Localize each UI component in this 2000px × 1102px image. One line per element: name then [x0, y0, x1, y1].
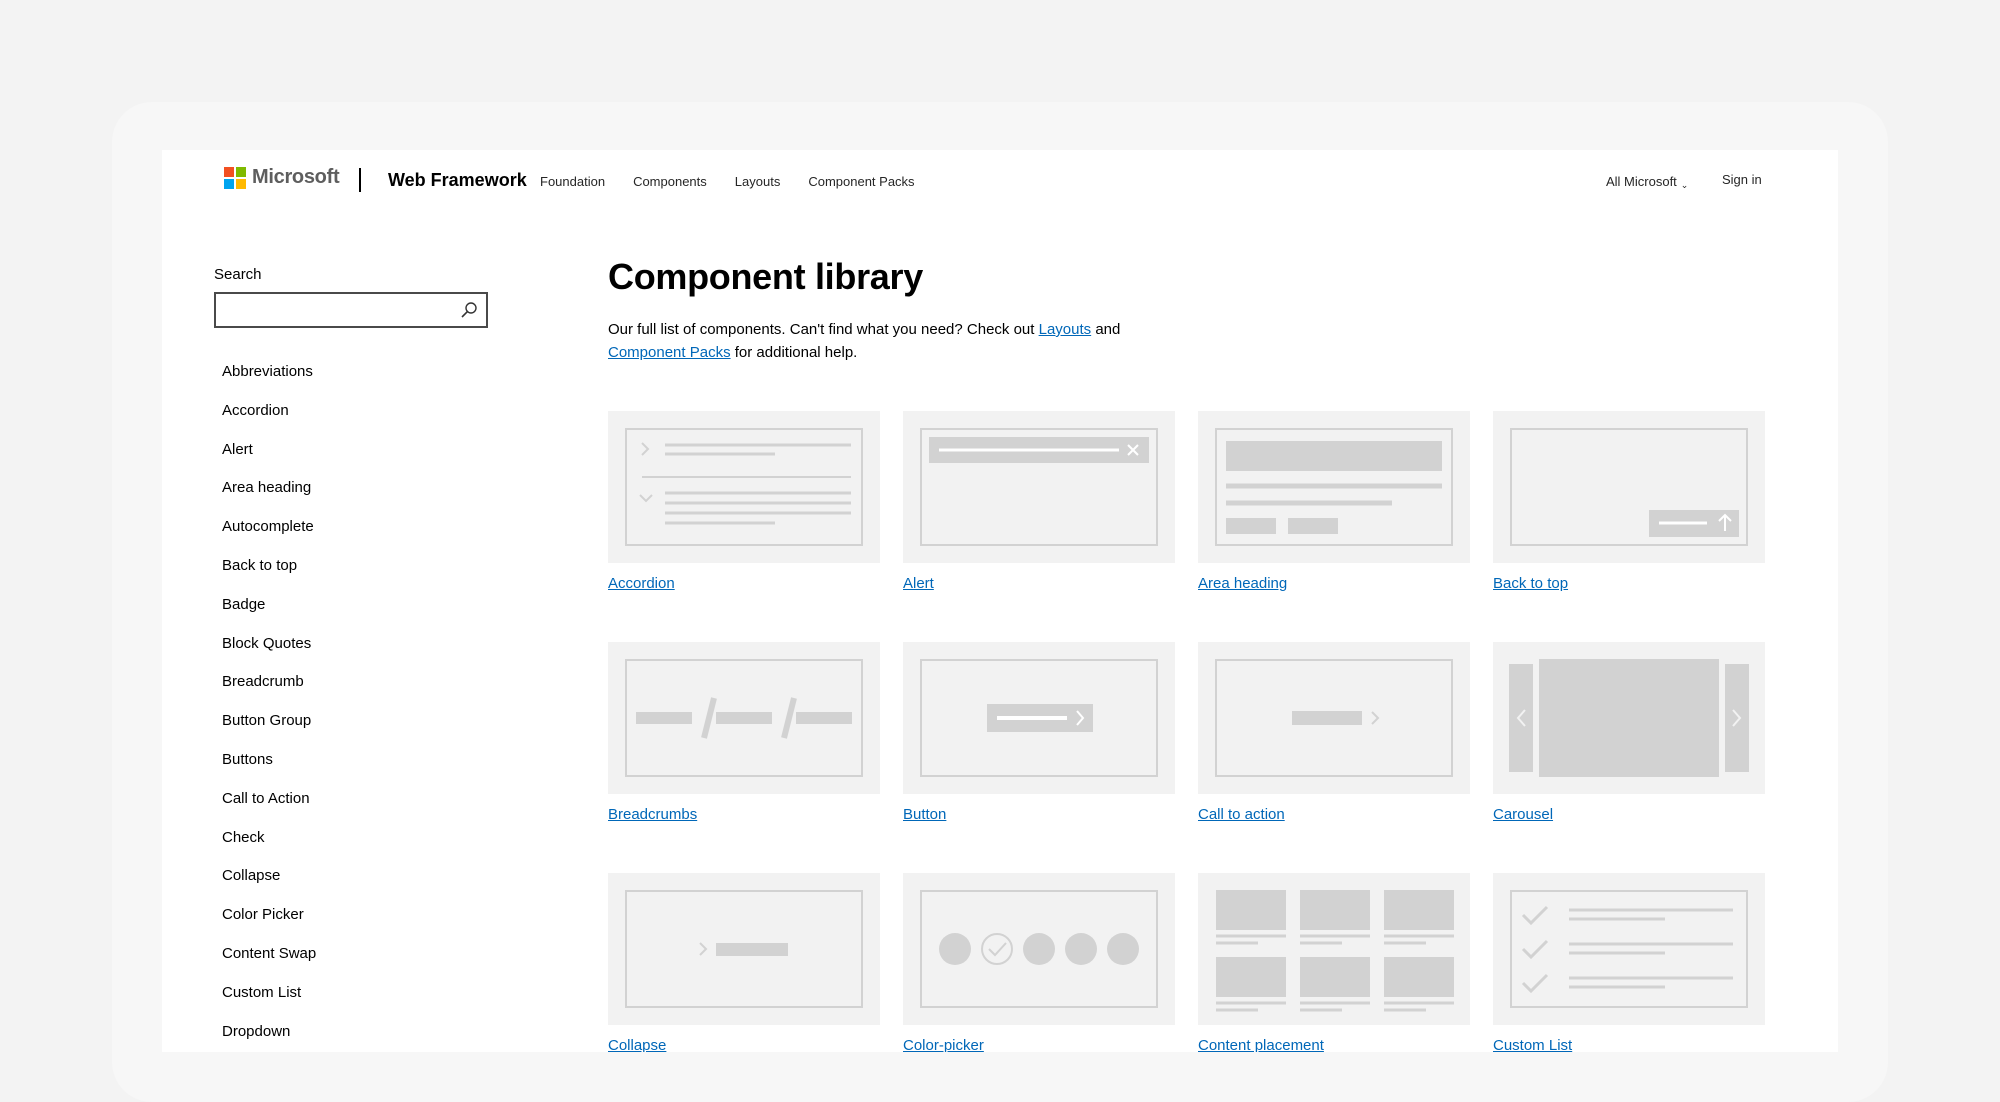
sidebar-item-content-swap[interactable]: Content Swap — [222, 945, 316, 984]
back-to-top-thumbnail — [1493, 411, 1765, 563]
sign-in-link[interactable]: Sign in — [1722, 172, 1762, 187]
nav-components[interactable]: Components — [633, 174, 707, 189]
card-alert[interactable]: Alert — [903, 411, 1175, 592]
card-link-accordion[interactable]: Accordion — [608, 575, 880, 592]
button-thumbnail — [903, 642, 1175, 794]
card-collapse[interactable]: Collapse — [608, 873, 880, 1052]
search-icon[interactable] — [460, 301, 478, 319]
sidebar-item-area-heading[interactable]: Area heading — [222, 479, 316, 518]
content-placement-thumbnail — [1198, 873, 1470, 1025]
card-link-alert[interactable]: Alert — [903, 575, 1175, 592]
card-breadcrumbs[interactable]: Breadcrumbs — [608, 642, 880, 823]
sidebar-item-breadcrumb[interactable]: Breadcrumb — [222, 673, 316, 712]
sidebar-item-buttons[interactable]: Buttons — [222, 751, 316, 790]
page: Microsoft Web Framework Foundation Compo… — [162, 150, 1838, 1052]
layouts-link[interactable]: Layouts — [1039, 321, 1092, 338]
card-link-color-picker[interactable]: Color-picker — [903, 1037, 1175, 1052]
card-carousel[interactable]: Carousel — [1493, 642, 1765, 823]
all-microsoft-label: All Microsoft — [1606, 174, 1677, 189]
carousel-thumbnail — [1493, 642, 1765, 794]
search-box — [214, 292, 488, 328]
sidebar-item-block-quotes[interactable]: Block Quotes — [222, 635, 316, 674]
custom-list-thumbnail — [1493, 873, 1765, 1025]
sidebar-item-color-picker[interactable]: Color Picker — [222, 906, 316, 945]
card-button[interactable]: Button — [903, 642, 1175, 823]
sidebar-item-back-to-top[interactable]: Back to top — [222, 557, 316, 596]
microsoft-logo-text: Microsoft — [252, 166, 340, 188]
card-content-placement[interactable]: Content placement — [1198, 873, 1470, 1052]
card-link-breadcrumbs[interactable]: Breadcrumbs — [608, 806, 880, 823]
component-packs-link[interactable]: Component Packs — [608, 344, 731, 361]
card-link-collapse[interactable]: Collapse — [608, 1037, 880, 1052]
card-back-to-top[interactable]: Back to top — [1493, 411, 1765, 592]
breadcrumbs-thumbnail — [608, 642, 880, 794]
sidebar-item-collapse[interactable]: Collapse — [222, 867, 316, 906]
card-link-button[interactable]: Button — [903, 806, 1175, 823]
intro-text-part: and — [1091, 321, 1121, 338]
sidebar-item-abbreviations[interactable]: Abbreviations — [222, 363, 316, 402]
card-link-custom-list[interactable]: Custom List — [1493, 1037, 1765, 1052]
sidebar-item-call-to-action[interactable]: Call to Action — [222, 790, 316, 829]
card-custom-list[interactable]: Custom List — [1493, 873, 1765, 1052]
brand-title[interactable]: Web Framework — [388, 170, 527, 191]
card-link-call-to-action[interactable]: Call to action — [1198, 806, 1470, 823]
collapse-thumbnail — [608, 873, 880, 1025]
card-accordion[interactable]: Accordion — [608, 411, 880, 592]
call-to-action-thumbnail — [1198, 642, 1470, 794]
all-microsoft-menu[interactable]: All Microsoft ⌄ — [1606, 174, 1688, 191]
header-divider — [359, 168, 361, 192]
nav-foundation[interactable]: Foundation — [540, 174, 605, 189]
search-input[interactable] — [216, 294, 462, 326]
sidebar-item-check[interactable]: Check — [222, 829, 316, 868]
card-area-heading[interactable]: Area heading — [1198, 411, 1470, 592]
color-picker-thumbnail — [903, 873, 1175, 1025]
card-color-picker[interactable]: Color-picker — [903, 873, 1175, 1052]
sidebar-nav: Abbreviations Accordion Alert Area headi… — [222, 363, 316, 1052]
intro-text-part: Our full list of components. Can't find … — [608, 321, 1039, 338]
sidebar-item-badge[interactable]: Badge — [222, 596, 316, 635]
card-link-content-placement[interactable]: Content placement — [1198, 1037, 1470, 1052]
card-call-to-action[interactable]: Call to action — [1198, 642, 1470, 823]
search-label: Search — [214, 266, 262, 283]
sidebar-item-alert[interactable]: Alert — [222, 441, 316, 480]
alert-thumbnail — [903, 411, 1175, 563]
area-heading-thumbnail — [1198, 411, 1470, 563]
sidebar-item-button-group[interactable]: Button Group — [222, 712, 316, 751]
chevron-down-icon: ⌄ — [1680, 180, 1689, 190]
intro-text-part: for additional help. — [730, 344, 858, 361]
sidebar-item-accordion[interactable]: Accordion — [222, 402, 316, 441]
sidebar-item-dropdown[interactable]: Dropdown — [222, 1023, 316, 1052]
page-title: Component library — [608, 256, 923, 297]
nav-component-packs[interactable]: Component Packs — [808, 174, 914, 189]
card-link-carousel[interactable]: Carousel — [1493, 806, 1765, 823]
microsoft-logo-icon — [224, 166, 246, 189]
microsoft-logo[interactable]: Microsoft — [224, 166, 340, 189]
nav-layouts[interactable]: Layouts — [735, 174, 781, 189]
top-nav: Foundation Components Layouts Component … — [540, 174, 943, 189]
card-link-area-heading[interactable]: Area heading — [1198, 575, 1470, 592]
sidebar-item-custom-list[interactable]: Custom List — [222, 984, 316, 1023]
intro-text: Our full list of components. Can't find … — [608, 318, 1228, 364]
site-header: Microsoft Web Framework Foundation Compo… — [162, 150, 1838, 210]
card-link-back-to-top[interactable]: Back to top — [1493, 575, 1765, 592]
sidebar-item-autocomplete[interactable]: Autocomplete — [222, 518, 316, 557]
accordion-thumbnail — [608, 411, 880, 563]
